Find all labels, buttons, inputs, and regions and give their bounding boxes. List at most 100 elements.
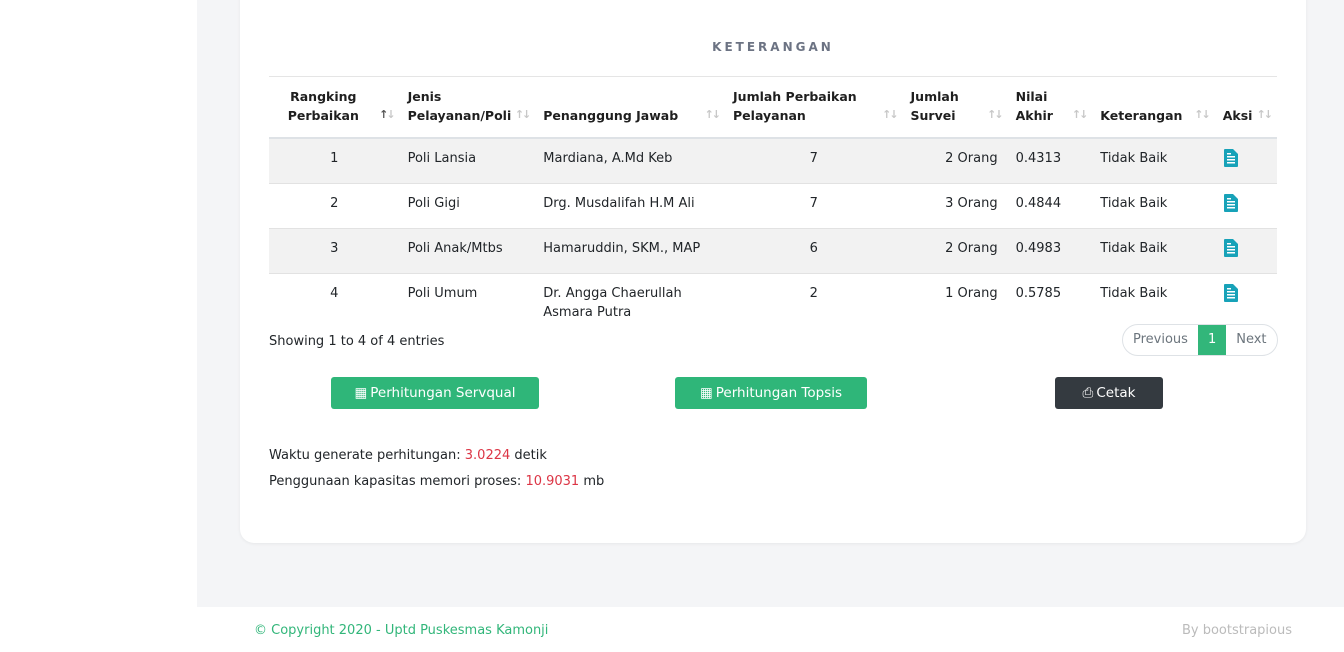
- time-stat-value: 3.0224: [464, 448, 511, 463]
- cell-pj: Hamaruddin, SKM., MAP: [535, 228, 726, 274]
- th-poli-line2: Pelayanan/Poli: [407, 108, 512, 123]
- servqual-button[interactable]: ▦ Perhitungan Servqual: [331, 377, 539, 409]
- th-nilai-line1: Nilai: [1015, 89, 1048, 104]
- cell-rank: 2: [330, 196, 339, 211]
- footer-credit[interactable]: By bootstrapious: [1182, 623, 1292, 638]
- th-jumlah[interactable]: Jumlah Perbaikan Pelayanan ↑↓: [725, 76, 903, 139]
- cell-keterangan: Tidak Baik: [1100, 196, 1168, 211]
- cell-rank: 1: [269, 138, 400, 184]
- pagination: Previous 1 Next: [1122, 324, 1278, 356]
- cell-rank: 4: [330, 286, 339, 301]
- pagination-next[interactable]: Next: [1226, 325, 1276, 355]
- memory-stat-unit: mb: [579, 474, 605, 489]
- th-rangking[interactable]: Rangking Perbaikan ↑↓: [269, 76, 400, 139]
- file-text-icon[interactable]: [1223, 239, 1239, 257]
- th-keterangan[interactable]: Keterangan ↑↓: [1092, 76, 1215, 139]
- card-title: KETERANGAN: [712, 40, 834, 54]
- sort-icon: ↑↓: [1256, 108, 1274, 121]
- pagination-page-1[interactable]: 1: [1197, 325, 1227, 355]
- file-text-icon[interactable]: [1223, 194, 1239, 212]
- sort-icon: ↑↓: [882, 108, 899, 121]
- th-aksi[interactable]: Aksi ↑↓: [1214, 76, 1277, 139]
- cell-jumlah: 7: [725, 138, 903, 184]
- sidebar: [0, 0, 197, 652]
- table-row: 3 Poli Anak/Mtbs Hamaruddin, SKM., MAP 6…: [269, 228, 1277, 274]
- th-rangking-line1: Rangking: [290, 89, 357, 104]
- cell-pj: Mardiana, A.Md Keb: [535, 138, 726, 184]
- cell-nilai: 0.4844: [1015, 196, 1062, 211]
- table-row: 1 Poli Lansia Mardiana, A.Md Keb 7 2 Ora…: [269, 138, 1277, 184]
- th-survei[interactable]: Jumlah Survei ↑↓: [902, 76, 1008, 139]
- cell-poli: Poli Gigi: [407, 196, 460, 211]
- file-text-icon[interactable]: [1223, 149, 1239, 167]
- cell-poli: Poli Umum: [407, 286, 478, 301]
- sort-icon: ↑↓: [379, 108, 396, 121]
- sort-icon: ↑↓: [1071, 108, 1089, 121]
- printer-icon: ⎙: [1082, 385, 1094, 401]
- cell-keterangan: Tidak Baik: [1092, 228, 1215, 274]
- sort-icon: ↑↓: [514, 108, 532, 121]
- th-keterangan-label: Keterangan: [1100, 108, 1183, 123]
- th-pj[interactable]: Penanggung Jawab ↑↓: [535, 76, 726, 139]
- th-nilai-line2: Akhir: [1015, 108, 1053, 123]
- cell-nilai: 0.4313: [1007, 138, 1093, 184]
- cell-aksi: [1214, 228, 1277, 274]
- cell-survei: 3 Orang: [945, 196, 998, 211]
- memory-stat-label: Penggunaan kapasitas memori proses:: [269, 474, 526, 489]
- calculator-icon: ▦: [699, 385, 713, 401]
- th-jumlah-line2: Pelayanan: [733, 108, 806, 123]
- th-poli[interactable]: Jenis Pelayanan/Poli ↑↓: [399, 76, 536, 139]
- servqual-button-label: Perhitungan Servqual: [370, 385, 516, 401]
- table-header-row: Rangking Perbaikan ↑↓ Jenis Pelayanan/Po…: [269, 76, 1277, 139]
- th-nilai[interactable]: Nilai Akhir ↑↓: [1007, 76, 1093, 139]
- cell-keterangan: Tidak Baik: [1092, 138, 1215, 184]
- topsis-button[interactable]: ▦ Perhitungan Topsis: [675, 377, 867, 409]
- cell-pj: Dr. Angga Chaerullah Asmara Putra: [535, 274, 725, 333]
- sort-icon: ↑↓: [987, 108, 1004, 121]
- results-table: Rangking Perbaikan ↑↓ Jenis Pelayanan/Po…: [269, 76, 1277, 332]
- cell-poli: Poli Lansia: [399, 138, 536, 184]
- pagination-previous[interactable]: Previous: [1123, 325, 1198, 355]
- cell-survei: 2 Orang: [902, 138, 1008, 184]
- cell-pj-line1: Dr. Angga Chaerullah: [543, 286, 682, 301]
- table-info: Showing 1 to 4 of 4 entries: [269, 334, 445, 349]
- cell-jumlah: 2: [809, 286, 818, 301]
- th-survei-line2: Survei: [910, 108, 956, 123]
- sort-icon: ↑↓: [1194, 108, 1211, 121]
- cell-nilai: 0.4983: [1007, 228, 1093, 274]
- results-card: KETERANGAN Rangking Perbaikan ↑↓ Jenis P…: [240, 0, 1306, 543]
- cell-pj-line1: Hamaruddin, SKM., MAP: [543, 241, 701, 256]
- th-jumlah-line1: Jumlah Perbaikan: [733, 89, 857, 104]
- main-content: KETERANGAN Rangking Perbaikan ↑↓ Jenis P…: [197, 0, 1344, 652]
- cell-survei: 1 Orang: [945, 286, 998, 301]
- memory-stat: Penggunaan kapasitas memori proses: 10.9…: [269, 474, 604, 489]
- time-stat-label: Waktu generate perhitungan:: [269, 448, 465, 463]
- sort-icon: ↑↓: [704, 108, 722, 121]
- cell-nilai: 0.5785: [1015, 286, 1062, 301]
- time-stat-unit: detik: [510, 448, 547, 463]
- print-button[interactable]: ⎙ Cetak: [1055, 377, 1163, 409]
- th-survei-line1: Jumlah: [910, 89, 959, 104]
- cell-aksi: [1214, 138, 1277, 184]
- th-pj-label: Penanggung Jawab: [543, 108, 679, 123]
- calculator-icon: ▦: [354, 385, 368, 401]
- cell-jumlah: 6: [725, 228, 903, 274]
- print-button-label: Cetak: [1096, 385, 1136, 401]
- footer-copyright: © Copyright 2020 - Uptd Puskesmas Kamonj…: [254, 623, 549, 638]
- cell-rank: 3: [269, 228, 400, 274]
- cell-pj-line1: Mardiana, A.Md Keb: [543, 151, 673, 166]
- memory-stat-value: 10.9031: [525, 474, 580, 489]
- topsis-button-label: Perhitungan Topsis: [715, 385, 843, 401]
- cell-jumlah: 7: [809, 196, 818, 211]
- time-stat: Waktu generate perhitungan: 3.0224 detik: [269, 448, 547, 463]
- cell-pj: Drg. Musdalifah H.M Ali: [535, 184, 725, 229]
- footer: © Copyright 2020 - Uptd Puskesmas Kamonj…: [197, 607, 1344, 652]
- th-rangking-line2: Perbaikan: [287, 108, 359, 123]
- cell-aksi: [1215, 184, 1277, 229]
- cell-poli: Poli Anak/Mtbs: [399, 228, 536, 274]
- th-aksi-label: Aksi: [1222, 108, 1253, 123]
- table-row: 2 Poli Gigi Drg. Musdalifah H.M Ali 7 3 …: [269, 184, 1277, 229]
- cell-pj-line2: Asmara Putra: [543, 305, 632, 320]
- file-text-icon[interactable]: [1223, 284, 1239, 302]
- cell-survei: 2 Orang: [902, 228, 1008, 274]
